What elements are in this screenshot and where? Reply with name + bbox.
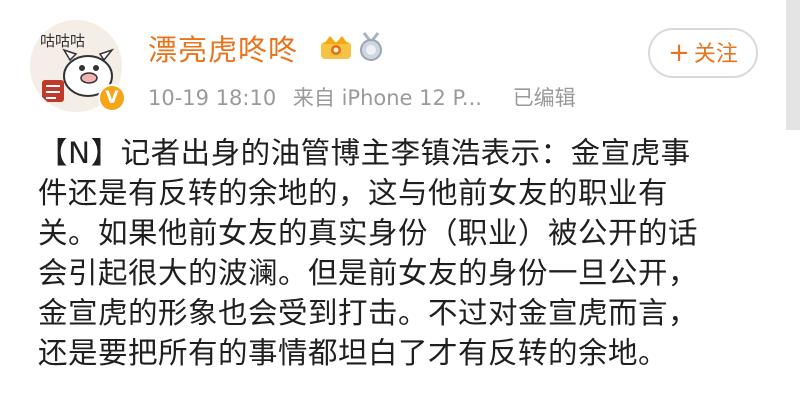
weibo-post: 咕咕咕 V 漂亮虎咚咚 10-19 18:10 来自 iPhone 12 P..…: [0, 0, 800, 415]
content-line: 【N】记者出身的油管博主李镇浩表示：金宣虎事: [38, 136, 691, 170]
edited-label[interactable]: 已编辑: [513, 86, 576, 110]
post-source: 来自 iPhone 12 P...: [292, 86, 482, 110]
follow-label: 关注: [693, 42, 738, 67]
follow-button[interactable]: + 关注: [648, 28, 758, 78]
scrollbar[interactable]: [786, 0, 800, 130]
content-line: 件还是有反转的余地的，这与他前女友的职业有: [38, 176, 669, 210]
content-line: 金宣虎的形象也会受到打击。不过对金宣虎而言，: [38, 296, 699, 330]
verified-icon: V: [98, 84, 126, 112]
avatar-text: 咕咕咕: [40, 32, 85, 50]
post-time[interactable]: 10-19 18:10: [148, 86, 276, 110]
post-content: 【N】记者出身的油管博主李镇浩表示：金宣虎事 件还是有反转的余地的，这与他前女友…: [38, 133, 758, 373]
content-line: 会引起很大的波澜。但是前女友的身份一旦公开，: [38, 256, 699, 290]
username[interactable]: 漂亮虎咚咚: [148, 27, 298, 69]
crown-badge-icon[interactable]: [320, 34, 352, 60]
content-line: 关。如果他前女友的真实身份（职业）被公开的话: [38, 216, 699, 250]
medal-badge-icon[interactable]: [358, 32, 384, 62]
plus-icon: +: [668, 38, 690, 68]
post-meta: 10-19 18:10 来自 iPhone 12 P... 已编辑: [148, 82, 586, 112]
content-line: 还是要把所有的事情都坦白了才有反转的余地。: [38, 336, 669, 370]
